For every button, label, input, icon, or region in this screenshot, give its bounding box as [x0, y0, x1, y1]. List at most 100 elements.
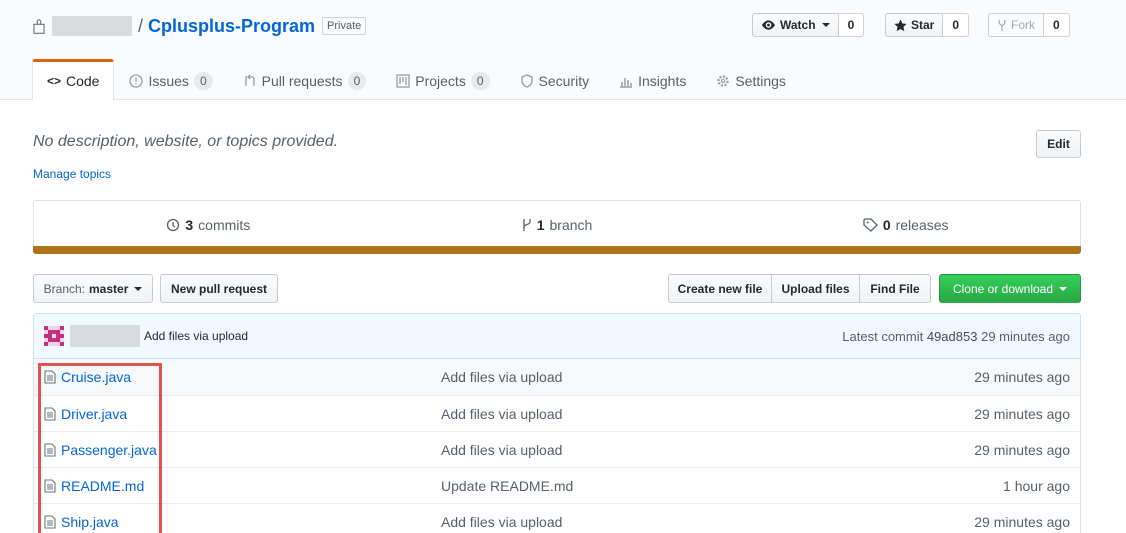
eye-icon	[761, 20, 776, 30]
lock-icon	[33, 19, 45, 34]
edit-button[interactable]: Edit	[1036, 130, 1081, 158]
tab-pull-requests[interactable]: Pull requests 0	[228, 59, 382, 101]
branch-select-button[interactable]: Branch: master	[33, 274, 153, 303]
branch-icon	[523, 218, 531, 231]
releases-link[interactable]: 0 releases	[731, 201, 1080, 248]
tab-issues-label: Issues	[148, 73, 189, 89]
watch-button[interactable]: Watch	[752, 13, 839, 37]
tab-code[interactable]: <> Code	[32, 59, 115, 101]
latest-commit-message[interactable]: Add files via upload	[144, 329, 248, 343]
repo-name-link[interactable]: Cplusplus-Program	[148, 16, 315, 37]
latest-commit-info: Latest commit 49ad853 29 minutes ago	[842, 329, 1070, 344]
graph-icon	[620, 78, 633, 88]
tab-insights[interactable]: Insights	[604, 59, 701, 101]
tab-pull-requests-label: Pull requests	[261, 73, 343, 89]
star-button[interactable]: Star	[885, 13, 944, 37]
repo-description: No description, website, or topics provi…	[33, 133, 339, 150]
star-action: Star 0	[885, 13, 970, 37]
fork-count[interactable]: 0	[1044, 13, 1070, 37]
title-separator: /	[138, 15, 144, 36]
star-icon	[894, 18, 907, 31]
file-age: 1 hour ago	[1003, 477, 1070, 494]
tab-projects[interactable]: Projects 0	[381, 59, 504, 101]
table-row: Ship.java Add files via upload 29 minute…	[34, 503, 1080, 533]
file-age: 29 minutes ago	[974, 441, 1070, 458]
watch-count[interactable]: 0	[838, 13, 865, 37]
history-icon	[167, 218, 180, 231]
commits-label: commits	[198, 216, 251, 233]
file-commit-message[interactable]: Add files via upload	[441, 514, 841, 530]
upload-files-button[interactable]: Upload files	[772, 274, 860, 303]
owner-name-redacted[interactable]	[52, 16, 132, 36]
clone-download-button[interactable]: Clone or download	[939, 274, 1081, 303]
clone-label: Clone or download	[952, 281, 1054, 296]
commits-count: 3	[185, 216, 194, 233]
file-commit-message[interactable]: Add files via upload	[441, 406, 841, 422]
table-row: README.md Update README.md 1 hour ago	[34, 467, 1080, 503]
pulls-counter: 0	[347, 72, 367, 90]
tab-security[interactable]: Security	[505, 59, 605, 101]
releases-count: 0	[882, 216, 891, 233]
chevron-down-icon	[821, 23, 830, 27]
repo-title: / Cplusplus-Program Private	[32, 14, 367, 38]
fork-button[interactable]: Fork	[988, 13, 1044, 37]
private-badge: Private	[322, 17, 367, 35]
chevron-down-icon	[134, 286, 143, 291]
star-count[interactable]: 0	[943, 13, 970, 37]
create-new-file-button[interactable]: Create new file	[668, 274, 772, 303]
code-icon: <>	[47, 74, 62, 88]
star-label: Star	[911, 18, 935, 32]
projects-counter: 0	[470, 72, 490, 90]
table-row: Passenger.java Add files via upload 29 m…	[34, 431, 1080, 467]
fork-action: Fork 0	[988, 13, 1070, 37]
branch-label: branch	[549, 216, 593, 233]
file-age: 29 minutes ago	[974, 369, 1070, 385]
tab-code-label: Code	[66, 73, 100, 89]
commits-link[interactable]: 3 commits	[34, 201, 383, 248]
fork-icon	[998, 19, 1006, 31]
file-age: 29 minutes ago	[974, 405, 1070, 422]
branch-count: 1	[536, 216, 545, 233]
highlight-annotation	[38, 363, 162, 533]
repo-nav: <> Code Issues 0 Pull requests 0 Project…	[32, 59, 801, 101]
issues-counter: 0	[193, 72, 213, 90]
gear-icon	[717, 75, 730, 87]
latest-commit-age: 29 minutes ago	[981, 328, 1070, 344]
tab-insights-label: Insights	[638, 73, 687, 89]
tab-settings[interactable]: Settings	[701, 59, 801, 101]
latest-commit-bar: Add files via upload Latest commit 49ad8…	[33, 313, 1081, 359]
manage-topics-link[interactable]: Manage topics	[33, 167, 111, 181]
tag-icon	[863, 217, 878, 232]
numbers-summary: 3 commits 1 branch 0 releases	[33, 200, 1081, 248]
commit-author-redacted[interactable]	[70, 325, 140, 347]
tab-settings-label: Settings	[735, 73, 786, 89]
watch-action: Watch 0	[752, 13, 865, 37]
new-pull-request-button[interactable]: New pull request	[160, 274, 278, 303]
file-commit-message[interactable]: Add files via upload	[441, 369, 841, 385]
language-bar[interactable]	[33, 246, 1081, 254]
commit-sha-link[interactable]: 49ad853	[927, 329, 978, 344]
file-list: Cruise.java Add files via upload 29 minu…	[33, 359, 1081, 533]
table-row: Cruise.java Add files via upload 29 minu…	[34, 359, 1080, 395]
tab-security-label: Security	[538, 73, 590, 89]
file-commit-message[interactable]: Update README.md	[441, 478, 841, 494]
file-commit-message[interactable]: Add files via upload	[441, 442, 841, 458]
repo-header: / Cplusplus-Program Private Watch 0 Star…	[0, 0, 1126, 101]
project-icon	[396, 74, 410, 88]
releases-label: releases	[895, 216, 949, 233]
shield-icon	[520, 74, 533, 88]
avatar[interactable]	[44, 326, 64, 346]
issue-icon	[129, 74, 144, 88]
latest-commit-prefix: Latest commit	[842, 328, 924, 344]
tab-issues[interactable]: Issues 0	[114, 59, 227, 101]
watch-label: Watch	[780, 18, 816, 32]
branch-name: master	[89, 281, 129, 296]
pull-request-icon	[244, 74, 255, 86]
branches-link[interactable]: 1 branch	[383, 201, 732, 248]
fork-label: Fork	[1011, 18, 1035, 32]
find-file-button[interactable]: Find File	[860, 274, 931, 303]
table-row: Driver.java Add files via upload 29 minu…	[34, 395, 1080, 431]
branch-prefix: Branch:	[43, 281, 85, 296]
file-age: 29 minutes ago	[974, 513, 1070, 530]
tab-projects-label: Projects	[415, 73, 466, 89]
